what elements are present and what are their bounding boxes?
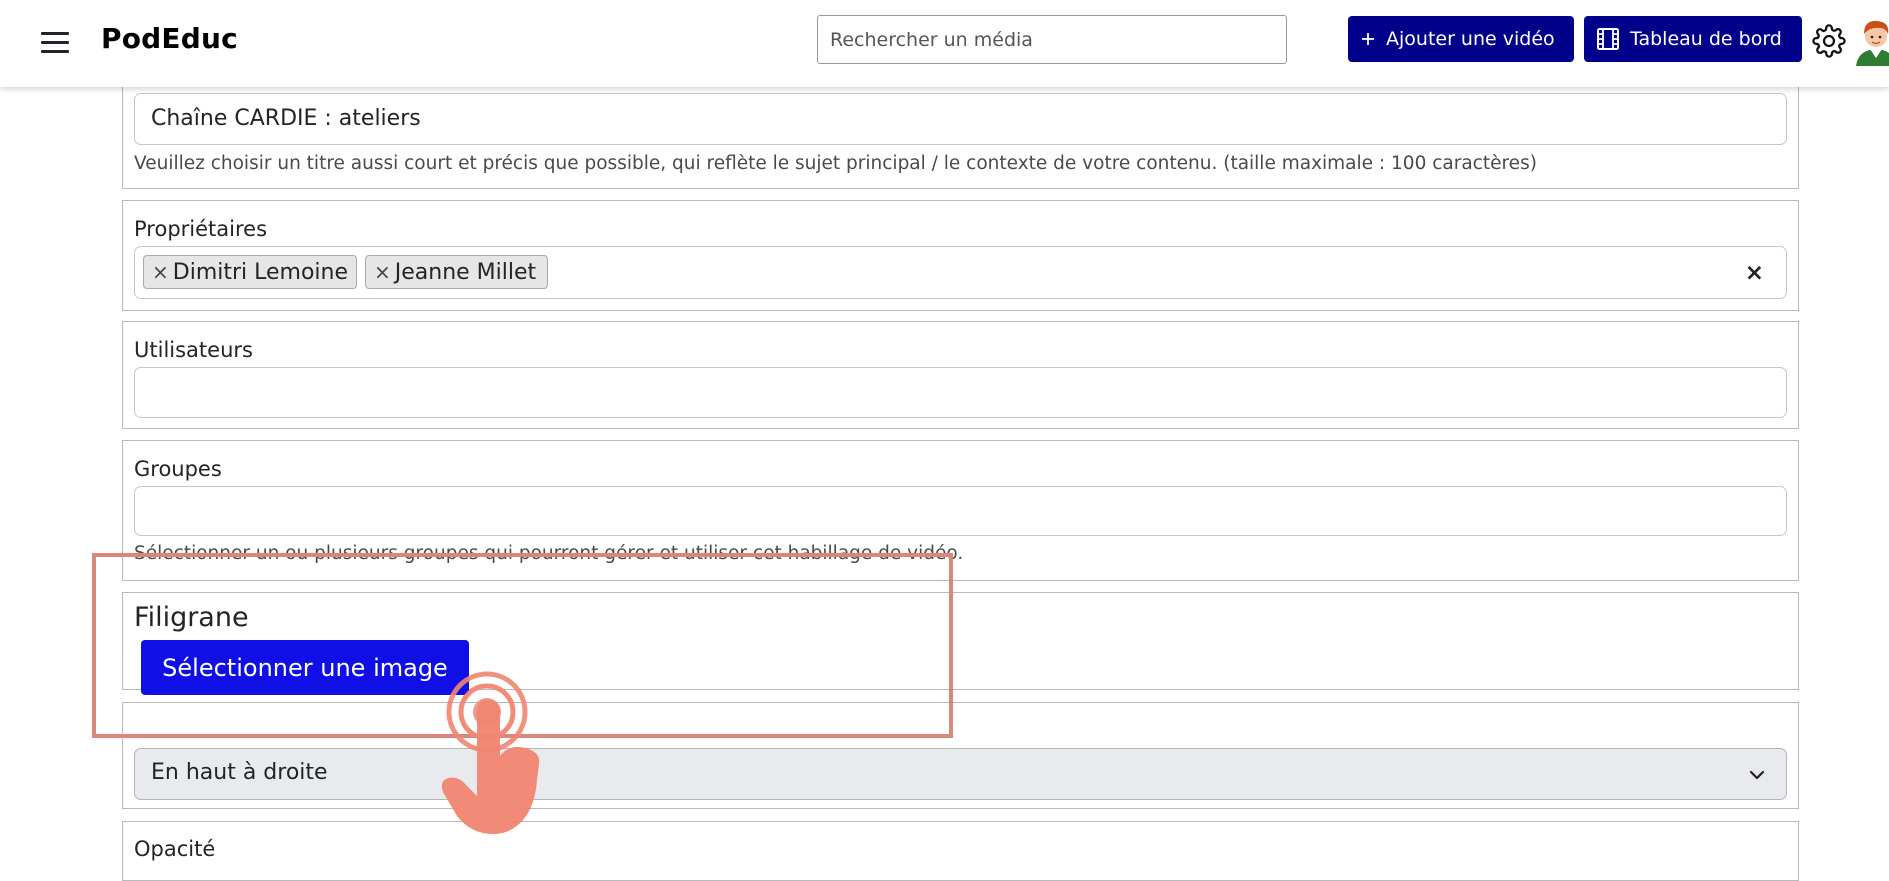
add-video-button[interactable]: Ajouter une vidéo [1348,16,1574,62]
title-input[interactable]: Chaîne CARDIE : ateliers [134,93,1787,145]
groups-section: Groupes Sélectionner un ou plusieurs gro… [122,440,1799,581]
users-section: Utilisateurs [122,321,1799,429]
owner-chip-label: Dimitri Lemoine [172,259,349,285]
position-selected-value: En haut à droite [151,760,328,785]
opacity-section: Opacité [122,821,1799,881]
owner-chip[interactable]: × Dimitri Lemoine [143,255,357,289]
title-help-text: Veuillez choisir un titre aussi court et… [134,153,1537,174]
owners-select[interactable]: × Dimitri Lemoine × Jeanne Millet × [134,246,1787,299]
clear-all-icon[interactable]: × [1745,260,1764,286]
users-label: Utilisateurs [134,338,253,362]
dashboard-label: Tableau de bord [1630,28,1782,50]
chevron-down-icon [1748,766,1766,788]
owner-chip[interactable]: × Jeanne Millet [365,255,548,289]
position-section: En haut à droite [122,702,1799,809]
users-input[interactable] [134,367,1787,418]
owners-label: Propriétaires [134,217,268,241]
groups-label: Groupes [134,457,222,481]
position-select[interactable]: En haut à droite [134,748,1787,800]
title-value: Chaîne CARDIE : ateliers [151,106,421,131]
remove-icon[interactable]: × [152,260,169,284]
dashboard-button[interactable]: Tableau de bord [1584,16,1802,62]
watermark-label: Filigrane [134,602,249,633]
select-image-button[interactable]: Sélectionner une image [141,640,469,695]
top-navbar: PodEduc Ajouter une vidéo Tableau de bor… [0,0,1889,87]
search-input[interactable] [817,15,1287,64]
opacity-label: Opacité [134,837,216,861]
brand-logo[interactable]: PodEduc [101,22,238,55]
groups-input[interactable] [134,486,1787,536]
add-video-label: Ajouter une vidéo [1386,28,1555,50]
plus-icon [1360,31,1376,47]
owner-chip-label: Jeanne Millet [394,259,537,285]
watermark-section: Filigrane Sélectionner une image [122,592,1799,695]
remove-icon[interactable]: × [374,260,391,284]
groups-help-text: Sélectionner un ou plusieurs groupes qui… [134,543,964,564]
film-icon [1596,27,1620,51]
title-section: Chaîne CARDIE : ateliers Veuillez choisi… [122,80,1799,189]
gear-icon[interactable] [1812,24,1846,58]
avatar[interactable] [1852,14,1889,66]
owners-section: Propriétaires × Dimitri Lemoine × Jeanne… [122,200,1799,311]
menu-icon[interactable] [38,28,72,56]
